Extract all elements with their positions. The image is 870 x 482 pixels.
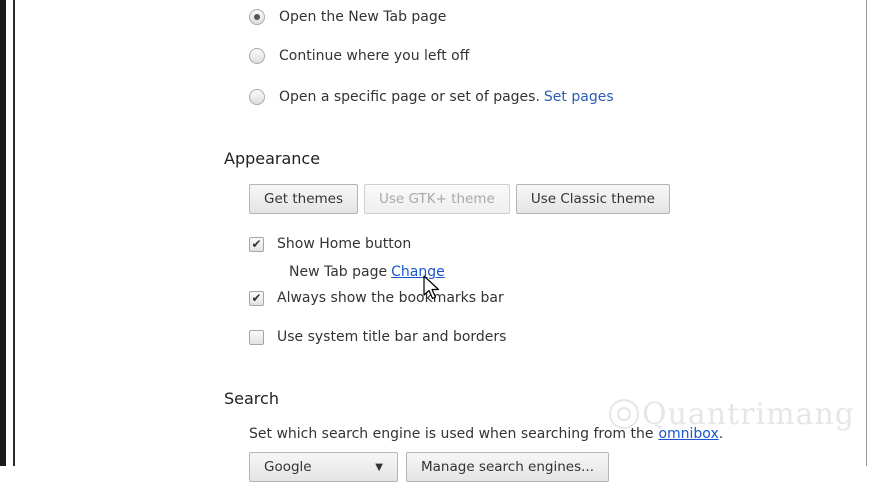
radio-label: Continue where you left off: [279, 48, 470, 64]
manage-search-engines-button[interactable]: Manage search engines...: [406, 452, 610, 482]
checkbox-label: Use system title bar and borders: [277, 329, 507, 345]
window-right-border: [866, 0, 867, 466]
set-pages-link[interactable]: Set pages: [544, 89, 614, 105]
watermark: Quantrimang: [606, 396, 855, 432]
home-page-setting: New Tab page Change: [289, 264, 445, 280]
watermark-logo-icon: [609, 399, 639, 429]
search-heading: Search: [224, 389, 279, 408]
radio-continue[interactable]: Continue where you left off: [249, 48, 469, 64]
use-gtk-theme-button[interactable]: Use GTK+ theme: [364, 184, 510, 214]
get-themes-button[interactable]: Get themes: [249, 184, 358, 214]
home-page-value: New Tab page: [289, 264, 388, 280]
system-title-bar-option[interactable]: Use system title bar and borders: [249, 329, 506, 345]
search-engine-select[interactable]: Google ▼: [249, 452, 398, 482]
show-home-button-option[interactable]: ✔ Show Home button: [249, 236, 411, 252]
radio-specific-pages[interactable]: Open a specific page or set of pages. Se…: [249, 89, 614, 105]
dropdown-arrow-icon: ▼: [375, 461, 383, 473]
checkbox-checked-icon[interactable]: ✔: [249, 236, 264, 252]
radio-indicator[interactable]: [249, 48, 265, 64]
window-left-border: [13, 0, 15, 466]
search-description-text: Set which search engine is used when sea…: [249, 426, 654, 442]
checkbox-label: Show Home button: [277, 236, 412, 252]
theme-buttons: Get themes Use GTK+ theme Use Classic th…: [249, 184, 670, 214]
appearance-heading: Appearance: [224, 149, 321, 168]
radio-indicator[interactable]: [249, 9, 265, 25]
radio-label: Open the New Tab page: [279, 9, 447, 25]
checkbox-label: Always show the bookmarks bar: [277, 290, 504, 306]
mouse-pointer-icon: [423, 275, 440, 300]
use-classic-theme-button[interactable]: Use Classic theme: [515, 184, 670, 214]
search-engine-value: Google: [264, 459, 312, 475]
window-left-frame: [0, 0, 6, 466]
radio-open-new-tab[interactable]: Open the New Tab page: [249, 9, 446, 25]
checkbox-checked-icon[interactable]: ✔: [249, 290, 264, 306]
checkbox-unchecked-icon[interactable]: [249, 329, 264, 345]
show-bookmarks-bar-option[interactable]: ✔ Always show the bookmarks bar: [249, 290, 504, 306]
watermark-text: Quantrimang: [642, 396, 855, 432]
radio-label: Open a specific page or set of pages.: [279, 89, 540, 105]
search-engine-controls: Google ▼ Manage search engines...: [249, 452, 610, 482]
radio-indicator[interactable]: [249, 89, 265, 105]
